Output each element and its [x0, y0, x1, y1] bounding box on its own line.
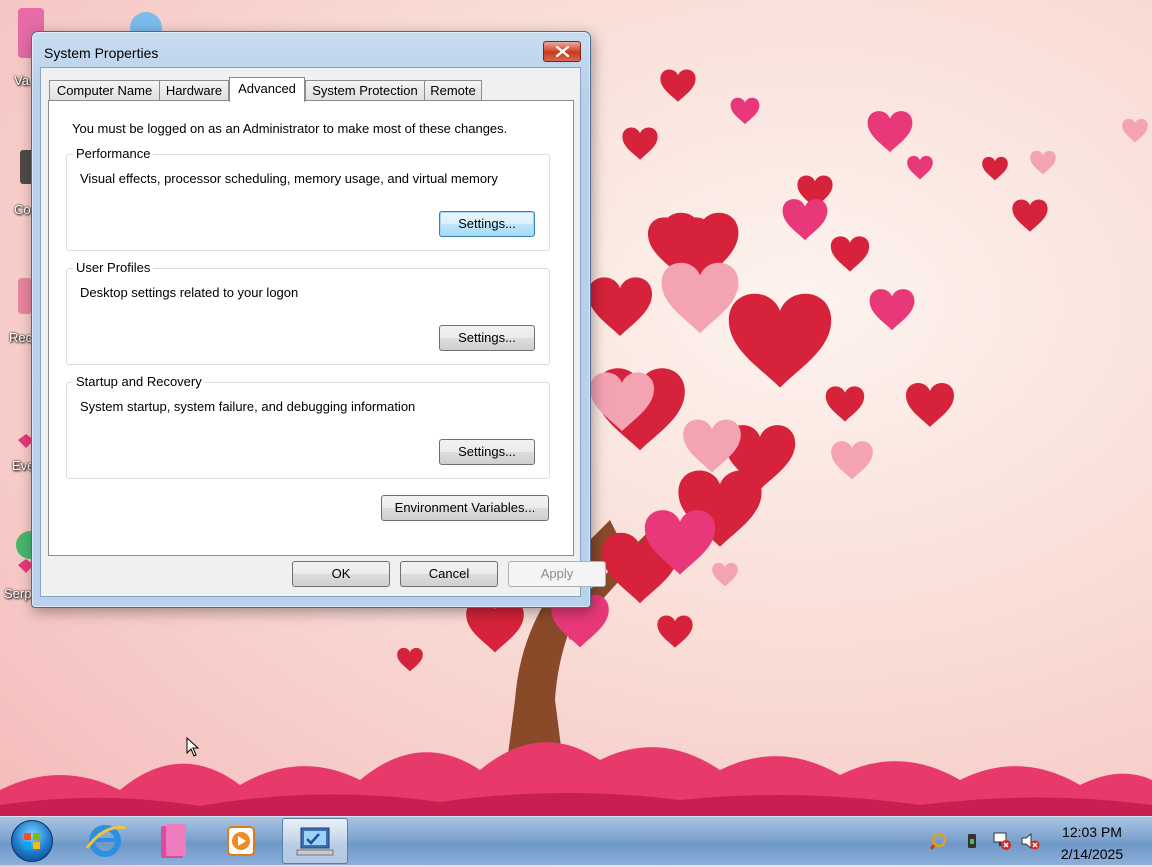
ok-button[interactable]: OK — [292, 561, 390, 587]
admin-note: You must be logged on as an Administrato… — [72, 121, 508, 136]
start-button[interactable] — [11, 820, 53, 862]
group-description: Desktop settings related to your logon — [80, 285, 299, 300]
desktop-icon-label[interactable]: Serp — [4, 586, 31, 601]
taskbar-clock[interactable]: 12:03 PM 2/14/2025 — [1047, 821, 1137, 865]
group-title: Performance — [73, 146, 154, 161]
close-icon — [556, 46, 569, 57]
group-title: User Profiles — [73, 260, 154, 275]
group-description: System startup, system failure, and debu… — [80, 399, 416, 414]
clock-date: 2/14/2025 — [1060, 846, 1124, 862]
close-button[interactable] — [543, 41, 581, 62]
desktop-icon-label[interactable]: Rec — [9, 330, 32, 345]
windows-logo-icon — [24, 833, 40, 849]
startup-recovery-settings-button[interactable]: Settings... — [439, 439, 535, 465]
system-properties-dialog: System Properties Computer Name Hardware… — [31, 31, 606, 608]
tab-system-protection[interactable]: System Protection — [305, 80, 425, 101]
tab-hardware[interactable]: Hardware — [159, 80, 229, 101]
tab-computer-name[interactable]: Computer Name — [49, 80, 160, 101]
usb-icon[interactable] — [962, 831, 982, 851]
taskbar-media-player[interactable] — [210, 818, 270, 864]
user-profiles-group: User Profiles Desktop settings related t… — [66, 260, 550, 365]
taskbar: 12:03 PM 2/14/2025 — [0, 816, 1152, 865]
cancel-button[interactable]: Cancel — [400, 561, 498, 587]
mouse-cursor-icon — [186, 737, 200, 757]
environment-variables-button[interactable]: Environment Variables... — [381, 495, 549, 521]
internet-explorer-icon — [85, 825, 126, 857]
title-bar[interactable]: System Properties — [32, 32, 590, 66]
desktop-icon-label[interactable]: Va — [14, 73, 29, 88]
action-center-icon[interactable] — [930, 831, 950, 851]
dialog-title: System Properties — [44, 45, 159, 61]
tab-advanced[interactable]: Advanced — [229, 77, 305, 102]
desktop-icon-label[interactable]: Co — [14, 202, 31, 217]
user-profiles-settings-button[interactable]: Settings... — [439, 325, 535, 351]
taskbar-library-folder[interactable] — [144, 818, 204, 864]
group-description: Visual effects, processor scheduling, me… — [80, 171, 498, 186]
dialog-client-area: Computer Name Hardware Advanced System P… — [40, 67, 606, 597]
startup-recovery-group: Startup and Recovery System startup, sys… — [66, 374, 550, 479]
network-icon[interactable] — [992, 831, 1012, 851]
volume-muted-icon[interactable] — [1020, 831, 1040, 851]
media-player-icon — [227, 826, 255, 856]
apply-button: Apply — [508, 561, 606, 587]
performance-group: Performance Visual effects, processor sc… — [66, 146, 550, 251]
system-properties-icon — [296, 827, 334, 856]
taskbar-system-properties[interactable] — [282, 818, 348, 864]
library-folder-icon — [161, 824, 186, 858]
advanced-tab-panel: You must be logged on as an Administrato… — [48, 100, 574, 556]
tab-remote[interactable]: Remote — [424, 80, 482, 101]
taskbar-internet-explorer[interactable] — [75, 818, 135, 864]
performance-settings-button[interactable]: Settings... — [439, 211, 535, 237]
group-title: Startup and Recovery — [73, 374, 205, 389]
clock-time: 12:03 PM — [1062, 824, 1122, 840]
